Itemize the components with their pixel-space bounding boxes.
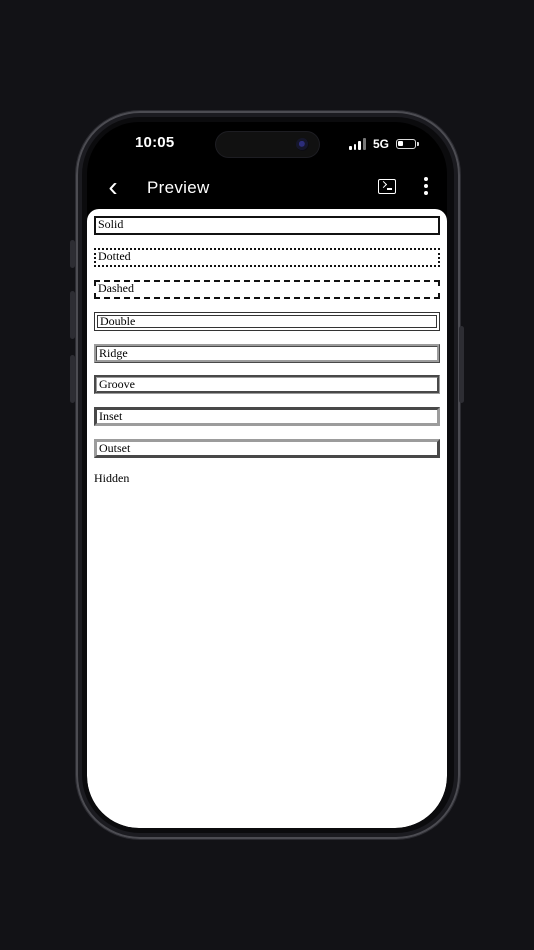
more-vertical-icon xyxy=(424,184,428,188)
border-demo-label: Ridge xyxy=(99,346,128,360)
side-button-left-top xyxy=(70,240,75,268)
border-demo-label: Outset xyxy=(99,441,131,455)
chevron-left-icon: ‹ xyxy=(108,171,118,202)
phone-screen: 10:05 5G ‹ Preview Solid Dotted Dashed D… xyxy=(87,122,447,828)
border-demo-label: Dashed xyxy=(98,281,134,295)
border-demo-label: Dotted xyxy=(98,249,131,263)
more-button[interactable] xyxy=(423,177,429,195)
border-demo-dotted: Dotted xyxy=(94,248,440,267)
border-demo-groove: Groove xyxy=(94,375,440,394)
side-button-left-middle xyxy=(70,291,75,339)
battery-icon xyxy=(396,139,419,149)
side-button-right xyxy=(459,326,464,403)
preview-area: Solid Dotted Dashed Double Ridge Groove … xyxy=(87,209,447,828)
border-demo-label: Inset xyxy=(99,409,123,423)
battery-level xyxy=(398,141,403,146)
dynamic-island xyxy=(216,132,319,157)
side-button-left-bottom xyxy=(70,355,75,403)
border-demo-label: Double xyxy=(100,314,136,328)
border-demo-inset: Inset xyxy=(94,407,440,426)
terminal-button[interactable] xyxy=(378,179,396,194)
status-indicators: 5G xyxy=(348,137,419,151)
more-vertical-icon xyxy=(424,177,428,181)
signal-icon xyxy=(348,138,366,150)
border-demo-label: Groove xyxy=(99,377,135,391)
toolbar: ‹ Preview xyxy=(87,170,447,206)
border-demo-double: Double xyxy=(94,312,440,331)
border-demo-label: Hidden xyxy=(94,471,130,485)
border-demo-dashed: Dashed xyxy=(94,280,440,299)
back-button[interactable]: ‹ xyxy=(101,173,125,201)
page-title: Preview xyxy=(147,178,210,197)
status-time: 10:05 xyxy=(135,134,175,151)
camera-icon xyxy=(296,138,309,151)
border-demo-hidden: Hidden xyxy=(94,471,440,487)
border-demo-ridge: Ridge xyxy=(94,344,440,363)
network-label: 5G xyxy=(372,137,389,151)
more-vertical-icon xyxy=(424,191,428,195)
border-demo-outset: Outset xyxy=(94,439,440,458)
border-demo-label: Solid xyxy=(98,217,124,231)
border-demo-solid: Solid xyxy=(94,216,440,235)
